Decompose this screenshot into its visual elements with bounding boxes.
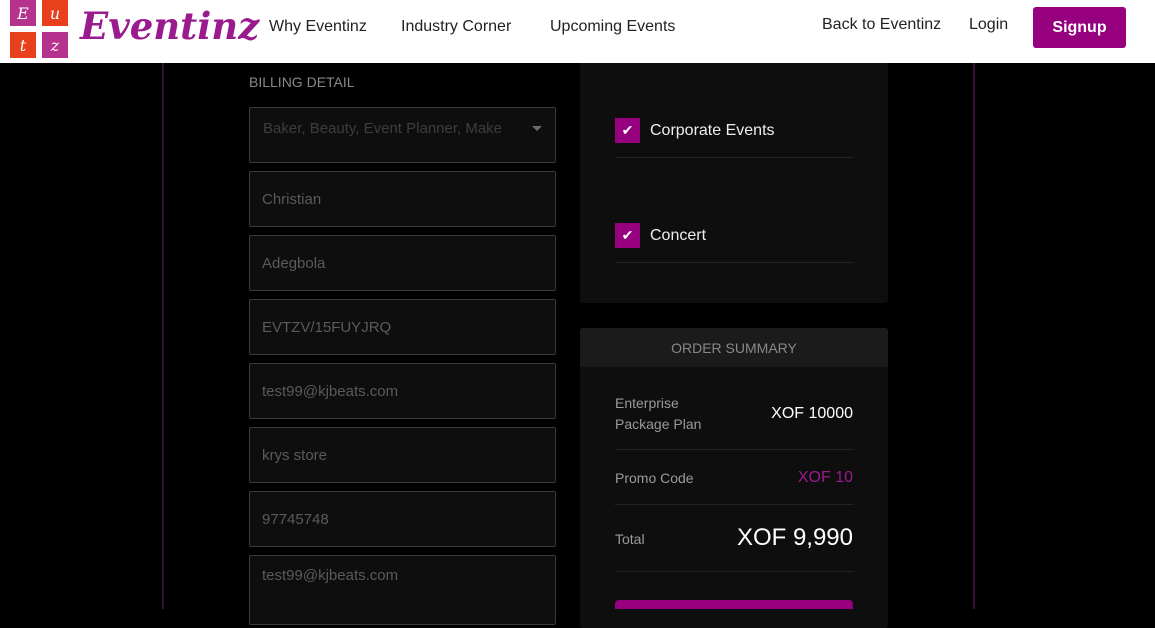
first-name-value: Christian xyxy=(262,190,322,208)
back-to-eventinz-link[interactable]: Back to Eventinz xyxy=(822,16,941,34)
checkbox-corporate-events[interactable]: ✔ xyxy=(615,118,640,143)
business-email-field[interactable]: test99@kjbeats.com xyxy=(249,555,556,625)
total-label: Total xyxy=(615,531,645,547)
logo-tile: z xyxy=(42,32,68,58)
email-value: test99@kjbeats.com xyxy=(262,382,399,400)
promo-code-label: Promo Code xyxy=(615,470,694,486)
logo-tile: E xyxy=(10,0,36,26)
top-navbar: E u t z Eventinz Why Eventinz Industry C… xyxy=(0,0,1155,63)
category-select[interactable]: Baker, Beauty, Event Planner, Make xyxy=(249,107,556,163)
billing-detail-title: BILLING DETAIL xyxy=(249,74,355,90)
reference-field[interactable]: EVTZV/15FUYJRQ xyxy=(249,299,556,355)
nav-why-eventinz[interactable]: Why Eventinz xyxy=(269,18,367,36)
logo-tile: t xyxy=(10,32,36,58)
phone-field[interactable]: 97745748 xyxy=(249,491,556,547)
corporate-events-label: Corporate Events xyxy=(650,122,775,139)
promo-code-value: XOF 10 xyxy=(797,469,853,486)
phone-value: 97745748 xyxy=(262,510,329,528)
plan-label-line: Package Plan xyxy=(615,416,702,432)
business-email-value: test99@kjbeats.com xyxy=(262,567,399,584)
event-types-card xyxy=(580,63,888,303)
chevron-down-icon xyxy=(532,126,542,131)
store-name-value: krys store xyxy=(262,446,328,464)
store-name-field[interactable]: krys store xyxy=(249,427,556,483)
plan-label-line: Enterprise xyxy=(615,395,679,411)
check-icon: ✔ xyxy=(621,122,634,138)
category-placeholder: Baker, Beauty, Event Planner, Make xyxy=(263,120,503,137)
email-field[interactable]: test99@kjbeats.com xyxy=(249,363,556,419)
brand-name[interactable]: Eventinz xyxy=(80,4,259,48)
plan-price: XOF 10000 xyxy=(771,405,853,422)
checkbox-concert[interactable]: ✔ xyxy=(615,223,640,248)
last-name-value: Adegbola xyxy=(262,254,326,272)
first-name-field[interactable]: Christian xyxy=(249,171,556,227)
total-value: XOF 9,990 xyxy=(736,524,853,551)
login-link[interactable]: Login xyxy=(969,16,1008,34)
divider xyxy=(615,449,853,450)
nav-upcoming-events[interactable]: Upcoming Events xyxy=(550,18,675,36)
concert-label: Concert xyxy=(650,227,707,244)
nav-industry-corner[interactable]: Industry Corner xyxy=(401,18,511,36)
logo-tile: u xyxy=(42,0,68,26)
logo[interactable]: E u t z xyxy=(10,0,68,58)
divider xyxy=(615,504,853,505)
order-summary-title: ORDER SUMMARY xyxy=(580,328,888,367)
reference-value: EVTZV/15FUYJRQ xyxy=(262,318,392,336)
divider xyxy=(615,157,853,158)
plan-label: Enterprise Package Plan xyxy=(615,393,701,435)
pay-button[interactable] xyxy=(615,600,853,609)
last-name-field[interactable]: Adegbola xyxy=(249,235,556,291)
divider xyxy=(615,262,853,263)
check-icon: ✔ xyxy=(621,227,634,243)
signup-button[interactable]: Signup xyxy=(1033,7,1126,48)
divider xyxy=(615,571,853,572)
